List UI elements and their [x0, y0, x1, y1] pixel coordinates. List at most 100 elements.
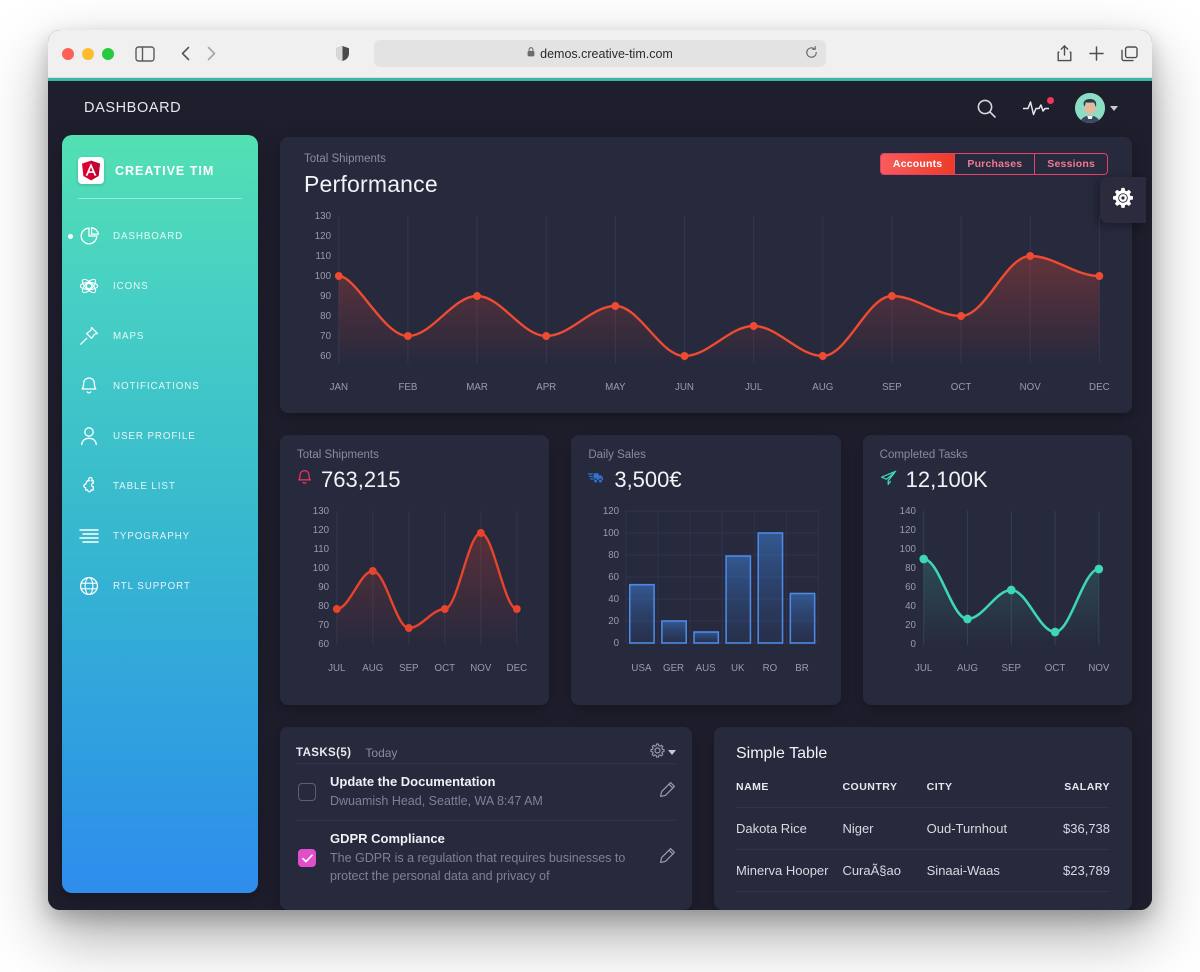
maximize-window-button[interactable] [102, 47, 114, 60]
task-description: Dwuamish Head, Seattle, WA 8:47 AM [330, 793, 543, 808]
svg-text:SEP: SEP [882, 382, 902, 393]
bottom-row: TASKS(5) Today Update the Documentation … [280, 726, 1132, 910]
address-bar-url: demos.creative-tim.com [540, 46, 673, 61]
svg-text:JUL: JUL [328, 663, 346, 674]
notification-badge [1047, 97, 1054, 104]
task-item[interactable]: Update the Documentation Dwuamish Head, … [296, 762, 676, 820]
browser-toolbar-actions [1057, 45, 1138, 62]
tasks-settings-menu[interactable] [650, 743, 676, 763]
sidebar-item-label: TYPOGRAPHY [113, 530, 191, 542]
plus-icon[interactable] [1089, 46, 1104, 61]
pin-icon [78, 325, 100, 347]
svg-text:130: 130 [313, 506, 330, 517]
bell-icon [78, 375, 100, 397]
svg-text:130: 130 [315, 211, 332, 222]
svg-text:100: 100 [603, 528, 620, 539]
svg-text:FEB: FEB [398, 382, 417, 393]
task-content: Update the Documentation Dwuamish Head, … [330, 774, 645, 810]
simple-table: NAME COUNTRY CITY SALARY Dakota Rice Nig… [736, 780, 1110, 892]
svg-text:100: 100 [313, 563, 330, 574]
reload-icon[interactable] [805, 45, 818, 62]
shield-icon[interactable] [335, 45, 350, 67]
task-content: GDPR Compliance The GDPR is a regulation… [330, 831, 645, 885]
tab-purchases[interactable]: Purchases [955, 154, 1036, 174]
sidebar-item-typography[interactable]: TYPOGRAPHY [62, 511, 258, 561]
table-row[interactable]: Minerva Hooper CuraÃ§ao Sinaai-Waas $23,… [736, 849, 1110, 892]
cell-country: Niger [842, 807, 927, 850]
app-body: CREATIVE TIM DASHBOARD ICONS MAPS NOTIFI… [48, 135, 1152, 910]
cell-name: Dakota Rice [736, 807, 843, 850]
card-value: 12,100K [905, 467, 988, 492]
tab-overview-icon[interactable] [1121, 45, 1138, 62]
pencil-icon[interactable] [659, 781, 676, 803]
svg-text:100: 100 [899, 544, 916, 555]
tasks-header: TASKS(5) Today [296, 743, 676, 763]
back-arrow-icon[interactable] [172, 41, 198, 67]
sidebar-item-label: MAPS [113, 330, 145, 342]
performance-header: Total Shipments Performance Accounts Pur… [294, 153, 1112, 198]
bell-icon [297, 469, 312, 491]
window-controls[interactable] [62, 47, 114, 60]
tab-accounts[interactable]: Accounts [880, 154, 956, 174]
sidebar-item-maps[interactable]: MAPS [62, 311, 258, 361]
sidebar-item-icons[interactable]: ICONS [62, 261, 258, 311]
performance-tab-group: Accounts Purchases Sessions [879, 153, 1108, 175]
card-value-row: 3,500€ [585, 467, 826, 493]
svg-text:APR: APR [536, 382, 556, 393]
cell-city: Sinaai-Waas [926, 849, 1043, 892]
column-header-salary: SALARY [1042, 780, 1110, 808]
settings-fab[interactable] [1100, 177, 1146, 223]
avatar [1075, 93, 1105, 123]
svg-text:110: 110 [315, 251, 331, 262]
sidebar-item-user-profile[interactable]: USER PROFILE [62, 411, 258, 461]
task-checkbox[interactable] [298, 849, 316, 868]
pencil-icon[interactable] [659, 847, 676, 869]
cell-salary: $23,789 [1042, 849, 1110, 892]
svg-text:JUL: JUL [915, 663, 933, 674]
sidebar-toggle-icon[interactable] [132, 43, 158, 65]
tab-sessions[interactable]: Sessions [1035, 154, 1107, 174]
app-topbar: DASHBOARD [48, 81, 1152, 135]
table-row[interactable]: Dakota Rice Niger Oud-Turnhout $36,738 [736, 807, 1110, 850]
svg-text:JUN: JUN [675, 382, 694, 393]
user-menu[interactable] [1075, 93, 1118, 123]
sidebar-brand[interactable]: CREATIVE TIM [62, 151, 258, 198]
text-align-icon [78, 525, 100, 547]
svg-text:40: 40 [905, 601, 916, 612]
sidebar-item-label: USER PROFILE [113, 430, 196, 442]
svg-text:JUL: JUL [745, 382, 763, 393]
card-value: 3,500€ [614, 467, 682, 492]
svg-text:70: 70 [318, 620, 329, 631]
share-icon[interactable] [1057, 45, 1072, 62]
sidebar-item-dashboard[interactable]: DASHBOARD [62, 211, 258, 261]
svg-text:UK: UK [731, 663, 745, 674]
svg-text:NOV: NOV [1020, 382, 1041, 393]
task-checkbox[interactable] [298, 782, 316, 801]
sidebar-item-table-list[interactable]: TABLE LIST [62, 461, 258, 511]
svg-text:140: 140 [899, 506, 916, 517]
forward-arrow-icon[interactable] [198, 41, 224, 67]
activity-pulse-icon[interactable] [1023, 97, 1054, 117]
cell-city: Oud-Turnhout [926, 807, 1043, 850]
sidebar-item-label: RTL SUPPORT [113, 580, 191, 592]
minimize-window-button[interactable] [82, 47, 94, 60]
tasks-period-label: Today [365, 745, 398, 760]
sidebar-item-notifications[interactable]: NOTIFICATIONS [62, 361, 258, 411]
performance-title: Performance [304, 171, 438, 197]
svg-text:120: 120 [313, 525, 330, 536]
gear-icon [650, 743, 665, 763]
sidebar-item-label: ICONS [113, 280, 149, 292]
browser-toolbar: demos.creative-tim.com [48, 30, 1152, 78]
close-window-button[interactable] [62, 47, 74, 60]
address-bar[interactable]: demos.creative-tim.com [374, 40, 826, 67]
search-icon[interactable] [976, 98, 997, 119]
tasks-panel: TASKS(5) Today Update the Documentation … [280, 726, 692, 910]
svg-text:MAR: MAR [466, 382, 488, 393]
gear-icon [1112, 187, 1134, 214]
task-item[interactable]: GDPR Compliance The GDPR is a regulation… [296, 820, 676, 895]
completed-tasks-card: Completed Tasks 12,100K 140 120 100 80 6… [862, 435, 1132, 705]
sidebar-item-rtl-support[interactable]: RTL SUPPORT [62, 561, 258, 611]
svg-text:80: 80 [320, 311, 331, 322]
column-header-name: NAME [736, 780, 843, 808]
performance-chart: 130 120 110 100 90 80 70 60 JAN FEB MAR … [294, 208, 1112, 403]
